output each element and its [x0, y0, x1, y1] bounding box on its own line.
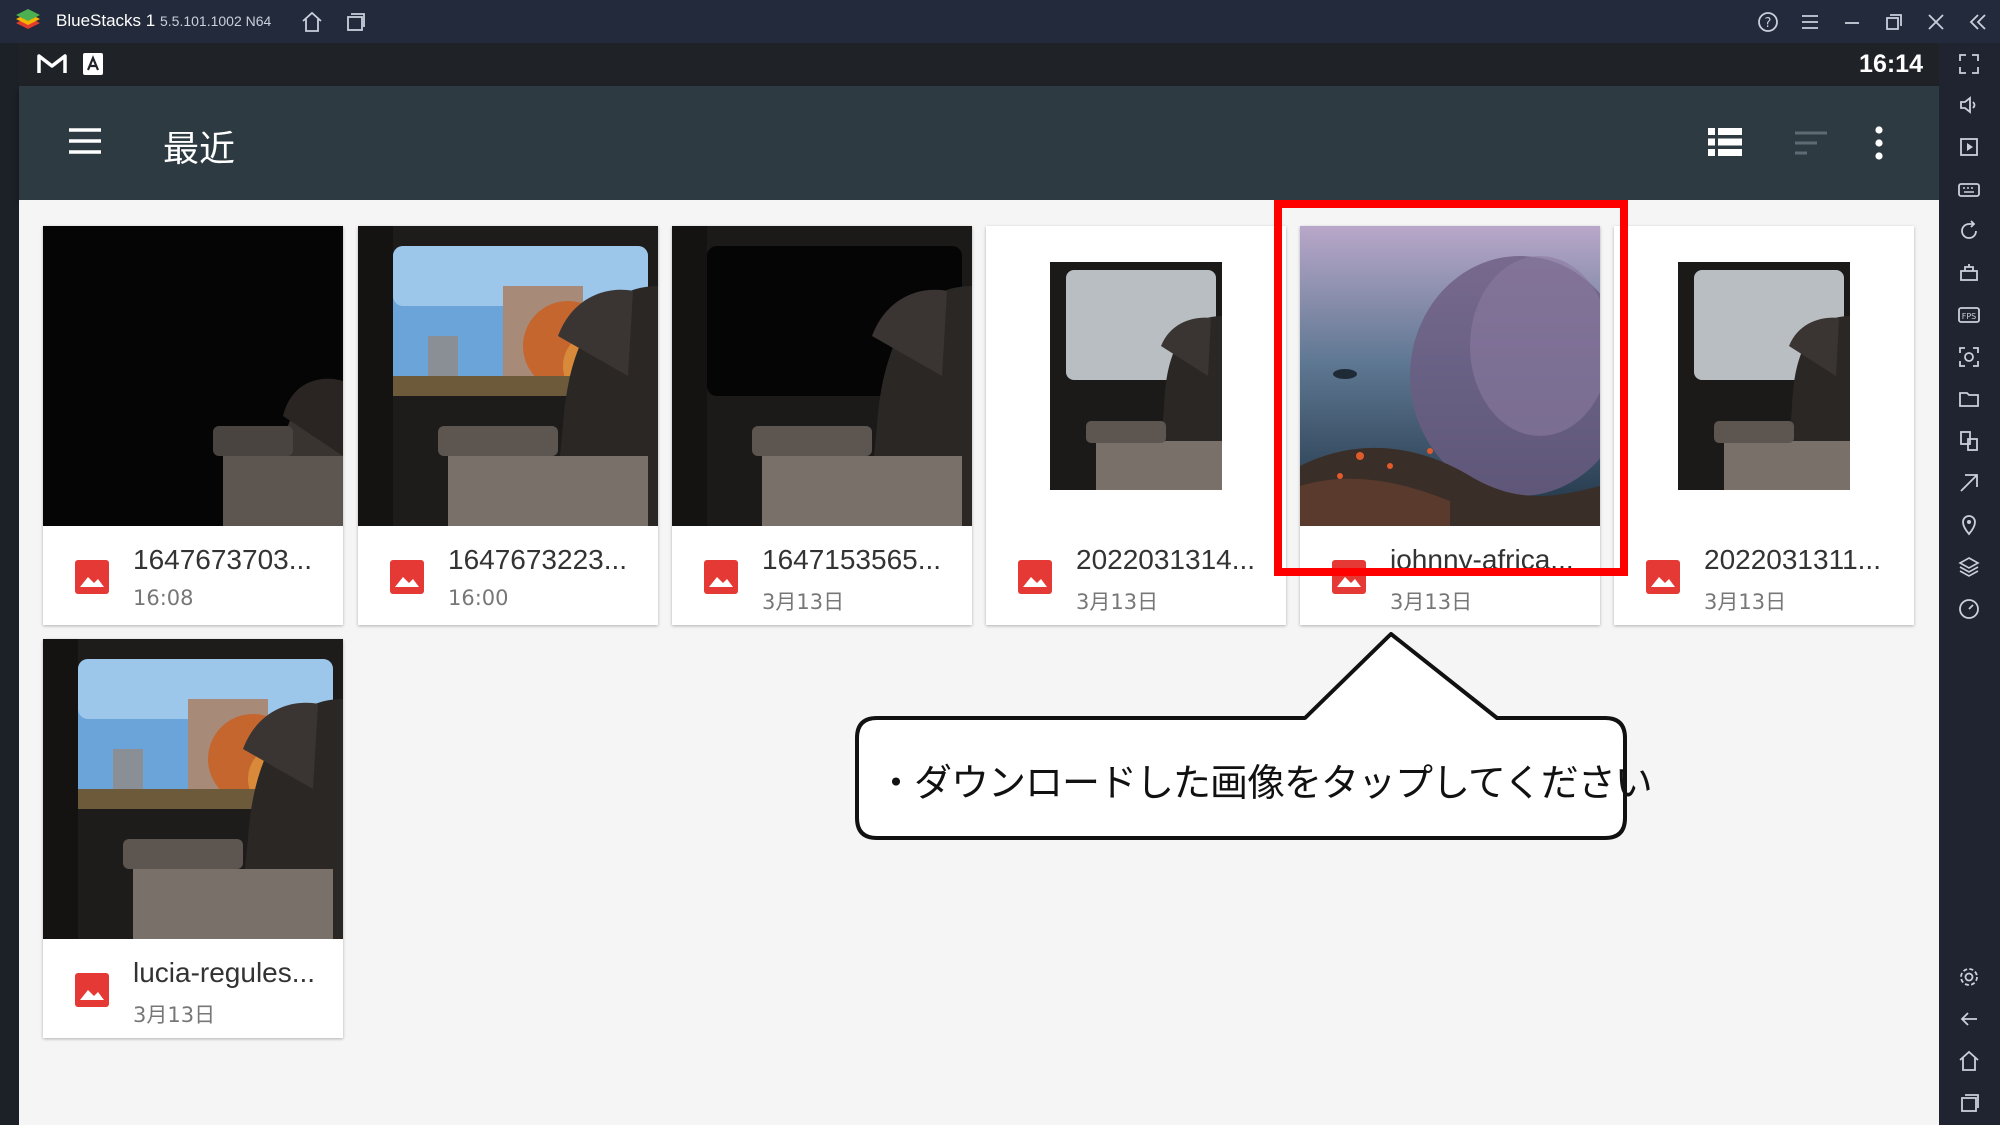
file-thumbnail — [986, 226, 1286, 526]
image-file-icon — [75, 560, 109, 594]
file-date: 3月13日 — [762, 590, 845, 614]
macro-icon[interactable] — [1957, 261, 1981, 285]
screenshot-icon[interactable] — [1957, 345, 1981, 369]
volume-icon[interactable] — [1957, 93, 1981, 117]
file-card[interactable]: 1647673703... 16:08 — [43, 226, 343, 625]
collapse-sidebar-icon[interactable] — [1966, 10, 1990, 34]
file-card[interactable]: 2022031311... 3月13日 — [1614, 226, 1914, 625]
status-clock: 16:14 — [1859, 50, 1923, 78]
image-file-icon — [390, 560, 424, 594]
callout-text: ・ダウンロードした画像をタップしてください — [877, 761, 1653, 805]
multi-window-icon[interactable] — [1957, 429, 1981, 453]
layers-icon[interactable] — [1957, 555, 1981, 579]
image-file-icon — [1018, 560, 1052, 594]
a-badge-icon — [83, 53, 103, 75]
file-name: 2022031311... — [1704, 544, 1881, 575]
multi-instance-icon[interactable] — [343, 10, 367, 34]
fps-icon[interactable]: FPS — [1957, 303, 1981, 327]
file-name: 2022031314... — [1076, 544, 1256, 575]
file-date: 3月13日 — [1076, 590, 1159, 614]
speed-icon[interactable] — [1957, 597, 1981, 621]
minimize-icon[interactable] — [1840, 10, 1864, 34]
image-file-icon — [704, 560, 738, 594]
folder-icon[interactable] — [1957, 387, 1981, 411]
page-title: 最近 — [163, 129, 236, 170]
file-card[interactable]: lucia-regules... 3月13日 — [43, 639, 343, 1038]
location-icon[interactable] — [1957, 513, 1981, 537]
file-card[interactable]: 1647673223... 16:00 — [358, 226, 658, 625]
file-card[interactable]: 1647153565... 3月13日 — [672, 226, 972, 625]
highlight-box — [1274, 200, 1628, 576]
home-icon[interactable] — [300, 10, 324, 34]
file-thumbnail — [358, 226, 658, 526]
instruction-callout: ・ダウンロードした画像をタップしてください — [853, 632, 1653, 842]
rotate-icon[interactable] — [1957, 219, 1981, 243]
file-name: 1647673223... — [448, 544, 628, 575]
more-vert-icon[interactable] — [1873, 126, 1885, 160]
recent-apps-icon[interactable] — [1957, 1091, 1981, 1115]
bluestacks-sidebar: FPS — [1939, 43, 2000, 1125]
file-card[interactable]: 2022031314... 3月13日 — [986, 226, 1286, 625]
image-file-icon — [1646, 560, 1680, 594]
media-icon[interactable] — [1957, 135, 1981, 159]
svg-text:?: ? — [1765, 16, 1772, 31]
file-name: 1647153565... — [762, 544, 942, 575]
image-file-icon — [75, 973, 109, 1007]
file-thumbnail — [672, 226, 972, 526]
file-thumbnail — [43, 226, 343, 526]
callout-bubble-shape — [855, 632, 1627, 840]
fullscreen-icon[interactable] — [1957, 52, 1981, 76]
window-title-bar: BlueStacks 1 5.5.101.1002 N64 ? — [0, 0, 2000, 43]
android-home-icon[interactable] — [1957, 1049, 1981, 1073]
sort-icon[interactable] — [1793, 130, 1829, 156]
file-date: 16:00 — [448, 586, 509, 610]
close-icon[interactable] — [1924, 10, 1948, 34]
file-date: 3月13日 — [1704, 590, 1787, 614]
list-view-icon[interactable] — [1708, 128, 1742, 156]
restore-icon[interactable] — [1882, 10, 1906, 34]
file-date: 3月13日 — [1390, 590, 1473, 614]
keyboard-icon[interactable] — [1957, 177, 1981, 201]
help-icon[interactable]: ? — [1756, 10, 1780, 34]
menu-icon[interactable] — [67, 126, 103, 156]
file-thumbnail — [1614, 226, 1914, 526]
svg-text:FPS: FPS — [1962, 312, 1977, 321]
hamburger-menu-icon[interactable] — [1798, 10, 1822, 34]
app-version: 5.5.101.1002 N64 — [160, 13, 272, 29]
app-name: BlueStacks 1 — [56, 11, 156, 30]
android-status-bar: 16:14 — [19, 43, 1939, 86]
bluestacks-logo-icon — [16, 9, 40, 29]
app-toolbar: 最近 — [19, 86, 1939, 200]
file-date: 3月13日 — [133, 1003, 216, 1027]
settings-gear-icon[interactable] — [1957, 965, 1981, 989]
file-name: lucia-regules... — [133, 957, 316, 988]
back-arrow-icon[interactable] — [1957, 1007, 1981, 1031]
gmail-icon — [37, 54, 67, 73]
file-name: 1647673703... — [133, 544, 313, 575]
file-date: 16:08 — [133, 586, 194, 610]
eco-mode-icon[interactable] — [1957, 471, 1981, 495]
file-thumbnail — [43, 639, 343, 939]
